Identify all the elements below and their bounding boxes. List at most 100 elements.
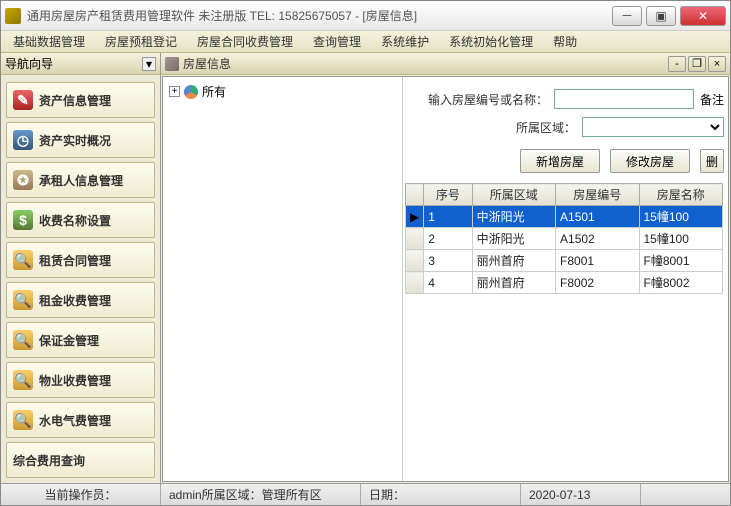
house-id-input[interactable]	[554, 89, 694, 109]
child-window-icon	[165, 57, 179, 71]
detail-pane: 输入房屋编号或名称： 备注 所属区域： 新增房屋 修改房屋 删 序号所属区域房屋…	[403, 77, 728, 481]
row-indicator	[406, 228, 424, 250]
nav-label: 资产信息管理	[39, 92, 111, 109]
child-minimize-button[interactable]: -	[668, 56, 686, 72]
area-select[interactable]	[582, 117, 724, 137]
status-date: 2020-07-13	[521, 484, 641, 505]
nav-label: 租金收费管理	[39, 292, 111, 309]
row-indicator	[406, 250, 424, 272]
cell-code: A1501	[556, 206, 639, 228]
nav-label: 承租人信息管理	[39, 172, 123, 189]
menu-item-1[interactable]: 房屋预租登记	[99, 31, 183, 52]
menu-item-3[interactable]: 查询管理	[307, 31, 367, 52]
table-row[interactable]: ▶1中浙阳光A150115幢100	[406, 206, 723, 228]
menu-item-5[interactable]: 系统初始化管理	[443, 31, 539, 52]
nav-item-5[interactable]: 🔍 租金收费管理	[6, 282, 155, 318]
menubar: 基础数据管理房屋预租登记房屋合同收费管理查询管理系统维护系统初始化管理帮助	[1, 31, 730, 53]
sidebar-dropdown-icon[interactable]: ▾	[142, 57, 156, 71]
label-house-id: 输入房屋编号或名称：	[428, 91, 548, 108]
nav-label: 综合费用查询	[13, 452, 85, 469]
tree-pane: + 所有	[163, 77, 403, 481]
label-area: 所属区域：	[516, 119, 576, 136]
cell-name: 15幢100	[639, 206, 723, 228]
cell-name: F幢8002	[639, 272, 723, 294]
child-restore-button[interactable]: ❐	[688, 56, 706, 72]
nav-label: 租赁合同管理	[39, 252, 111, 269]
col-header-3[interactable]: 房屋名称	[639, 184, 723, 206]
nav-item-9[interactable]: 综合费用查询	[6, 442, 155, 478]
row-header-blank	[406, 184, 424, 206]
sidebar: 导航向导 ▾ ✎ 资产信息管理 ◷ 资产实时概况 ✪ 承租人信息管理 $ 收费名称设置 🔍 租赁合…	[1, 53, 161, 483]
menu-item-4[interactable]: 系统维护	[375, 31, 435, 52]
table-row[interactable]: 4丽州首府F8002F幢8002	[406, 272, 723, 294]
cell-n: 3	[424, 250, 472, 272]
col-header-0[interactable]: 序号	[424, 184, 472, 206]
nav-list: ✎ 资产信息管理 ◷ 资产实时概况 ✪ 承租人信息管理 $ 收费名称设置 🔍 租赁合同管理 🔍 租金收…	[1, 75, 160, 483]
menu-item-6[interactable]: 帮助	[547, 31, 583, 52]
nav-label: 收费名称设置	[39, 212, 111, 229]
content-area: 房屋信息 - ❐ × + 所有 输入房屋编号或名称： 备注	[161, 53, 730, 483]
edit-house-button[interactable]: 修改房屋	[610, 149, 690, 173]
tree-root-label: 所有	[202, 83, 226, 100]
nav-item-8[interactable]: 🔍 水电气费管理	[6, 402, 155, 438]
expand-icon[interactable]: +	[169, 86, 180, 97]
nav-label: 物业收费管理	[39, 372, 111, 389]
cell-n: 4	[424, 272, 472, 294]
nav-icon: 🔍	[13, 410, 33, 430]
menu-item-0[interactable]: 基础数据管理	[7, 31, 91, 52]
cell-name: 15幢100	[639, 228, 723, 250]
status-operator-label: 当前操作员：	[1, 484, 161, 505]
cell-name: F幢8001	[639, 250, 723, 272]
delete-house-button[interactable]: 删	[700, 149, 724, 173]
nav-item-7[interactable]: 🔍 物业收费管理	[6, 362, 155, 398]
cell-n: 1	[424, 206, 472, 228]
cell-area: 丽州首府	[472, 250, 555, 272]
table-row[interactable]: 3丽州首府F8001F幢8001	[406, 250, 723, 272]
menu-item-2[interactable]: 房屋合同收费管理	[191, 31, 299, 52]
window-titlebar: 通用房屋房产租赁费用管理软件 未注册版 TEL: 15825675057 - […	[1, 1, 730, 31]
cell-code: A1502	[556, 228, 639, 250]
nav-icon: 🔍	[13, 330, 33, 350]
nav-icon: ✪	[13, 170, 33, 190]
sidebar-title: 导航向导	[5, 55, 53, 72]
child-close-button[interactable]: ×	[708, 56, 726, 72]
nav-icon: 🔍	[13, 370, 33, 390]
nav-item-4[interactable]: 🔍 租赁合同管理	[6, 242, 155, 278]
child-window-title: 房屋信息	[183, 55, 664, 72]
row-indicator: ▶	[406, 206, 424, 228]
nav-icon: ✎	[13, 90, 33, 110]
status-area: admin所属区域：管理所有区	[161, 484, 361, 505]
row-indicator	[406, 272, 424, 294]
nav-icon: ◷	[13, 130, 33, 150]
nav-label: 水电气费管理	[39, 412, 111, 429]
nav-item-3[interactable]: $ 收费名称设置	[6, 202, 155, 238]
nav-item-0[interactable]: ✎ 资产信息管理	[6, 82, 155, 118]
status-date-label: 日期：	[361, 484, 521, 505]
tree-root-node[interactable]: + 所有	[167, 81, 398, 102]
child-window-titlebar: 房屋信息 - ❐ ×	[161, 53, 730, 75]
close-button[interactable]: ✕	[680, 6, 726, 26]
nav-item-1[interactable]: ◷ 资产实时概况	[6, 122, 155, 158]
nav-icon: 🔍	[13, 290, 33, 310]
col-header-1[interactable]: 所属区域	[472, 184, 555, 206]
house-grid[interactable]: 序号所属区域房屋编号房屋名称 ▶1中浙阳光A150115幢1002中浙阳光A15…	[405, 183, 723, 294]
statusbar: 当前操作员： admin所属区域：管理所有区 日期： 2020-07-13	[1, 483, 730, 505]
cell-code: F8002	[556, 272, 639, 294]
nav-item-6[interactable]: 🔍 保证金管理	[6, 322, 155, 358]
cell-area: 中浙阳光	[472, 228, 555, 250]
pie-icon	[184, 85, 198, 99]
sidebar-header: 导航向导 ▾	[1, 53, 160, 75]
cell-area: 丽州首府	[472, 272, 555, 294]
cell-n: 2	[424, 228, 472, 250]
maximize-button[interactable]: ▣	[646, 6, 676, 26]
cell-area: 中浙阳光	[472, 206, 555, 228]
nav-icon: 🔍	[13, 250, 33, 270]
nav-label: 保证金管理	[39, 332, 99, 349]
nav-label: 资产实时概况	[39, 132, 111, 149]
add-house-button[interactable]: 新增房屋	[520, 149, 600, 173]
nav-item-2[interactable]: ✪ 承租人信息管理	[6, 162, 155, 198]
table-row[interactable]: 2中浙阳光A150215幢100	[406, 228, 723, 250]
col-header-2[interactable]: 房屋编号	[556, 184, 639, 206]
nav-icon: $	[13, 210, 33, 230]
minimize-button[interactable]: －	[612, 6, 642, 26]
